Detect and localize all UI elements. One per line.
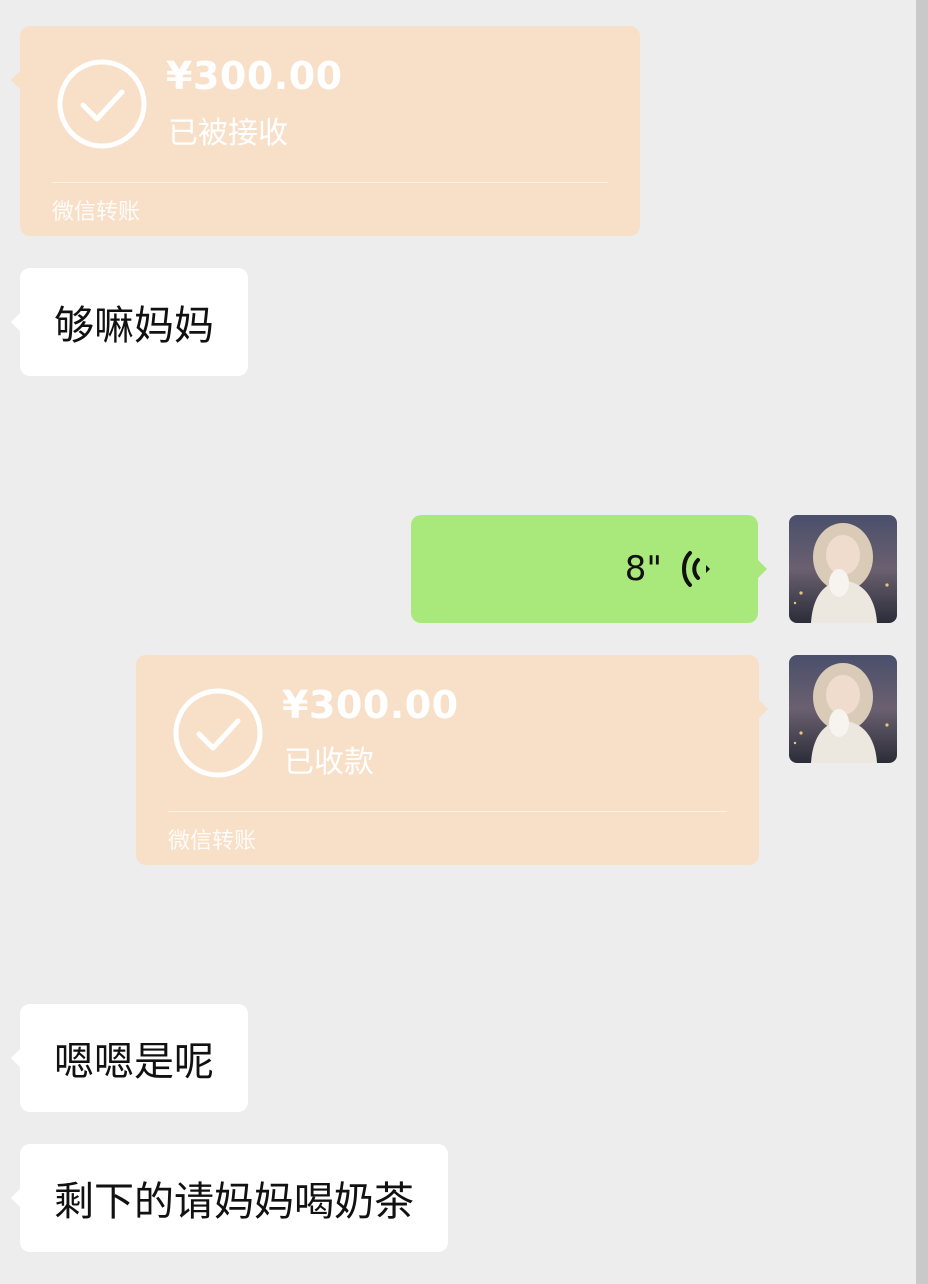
transfer-card-received[interactable]: ¥300.00 已被接收 微信转账: [11, 26, 640, 236]
voice-message-bubble[interactable]: 8": [411, 515, 767, 623]
check-circle-icon: [173, 688, 263, 778]
voice-duration: 8": [624, 549, 662, 589]
transfer-amount: ¥300.00: [282, 683, 459, 727]
check-circle-icon: [57, 59, 147, 149]
message-text: 嗯嗯是呢: [54, 1039, 214, 1085]
avatar[interactable]: [789, 655, 897, 763]
transfer-footer-label: 微信转账: [168, 829, 257, 854]
transfer-divider: [168, 811, 727, 812]
scroll-edge: [916, 0, 928, 1284]
message-bubble-incoming[interactable]: 嗯嗯是呢: [11, 1004, 248, 1112]
transfer-amount: ¥300.00: [166, 54, 343, 98]
message-text: 剩下的请妈妈喝奶茶: [54, 1179, 414, 1225]
message-text: 够嘛妈妈: [54, 303, 214, 349]
message-bubble-incoming[interactable]: 剩下的请妈妈喝奶茶: [11, 1144, 448, 1252]
message-bubble-incoming[interactable]: 够嘛妈妈: [11, 268, 248, 376]
transfer-divider: [52, 182, 608, 183]
avatar-image: [789, 655, 897, 763]
avatar-image: [789, 515, 897, 623]
voice-wave-icon: [682, 551, 710, 587]
avatar[interactable]: [789, 515, 897, 623]
transfer-status: 已收款: [284, 745, 374, 780]
transfer-status: 已被接收: [168, 116, 288, 151]
transfer-footer-label: 微信转账: [52, 200, 141, 225]
transfer-card-sent[interactable]: ¥300.00 已收款 微信转账: [136, 655, 768, 865]
